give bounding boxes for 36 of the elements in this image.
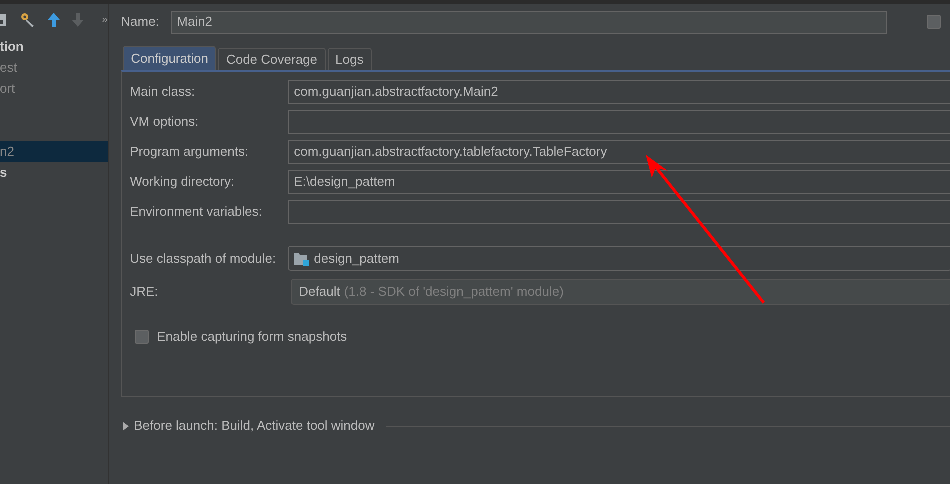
tab[interactable]: Logs bbox=[328, 48, 372, 70]
down-arrow-icon[interactable] bbox=[72, 13, 84, 27]
field-label: JRE: bbox=[130, 282, 160, 301]
field-label: VM options: bbox=[130, 113, 200, 132]
expand-arrow-icon[interactable] bbox=[123, 422, 130, 430]
field-label: Program arguments: bbox=[130, 143, 250, 162]
tree-item[interactable]: est bbox=[0, 58, 18, 78]
field-label: Use classpath of module: bbox=[130, 250, 278, 268]
field-label: Main class: bbox=[130, 83, 196, 102]
before-launch-toggle[interactable]: Before launch: Build, Activate tool window bbox=[134, 416, 375, 436]
tab[interactable]: Configuration bbox=[123, 46, 216, 70]
tree-item[interactable]: n2 bbox=[0, 142, 14, 162]
tree-item[interactable]: s bbox=[0, 162, 8, 182]
field-label: Working directory: bbox=[130, 173, 236, 192]
wrench-icon[interactable] bbox=[20, 12, 36, 28]
module-name: design_pattem bbox=[314, 250, 400, 268]
name-field[interactable]: Main2 bbox=[171, 10, 888, 34]
tree-item[interactable]: ort bbox=[0, 78, 16, 98]
jre-field[interactable]: Default (1.8 - SDK of 'design_pattem' module) bbox=[291, 278, 950, 304]
checkbox[interactable] bbox=[927, 15, 942, 29]
tab[interactable]: Code Coverage bbox=[218, 48, 326, 70]
field-label: Environment variables: bbox=[130, 203, 264, 222]
input-field[interactable]: E:\design_pattem bbox=[288, 170, 950, 194]
more-tools-button[interactable]: » bbox=[102, 12, 108, 28]
input-field[interactable]: com.guanjian.abstractfactory.Main2 bbox=[288, 80, 950, 104]
module-dropdown[interactable]: design_pattem bbox=[288, 246, 950, 271]
input-field[interactable] bbox=[288, 110, 950, 134]
checkbox-label: Enable capturing form snapshots bbox=[157, 328, 348, 346]
up-arrow-icon[interactable] bbox=[48, 13, 60, 27]
input-field[interactable]: com.guanjian.abstractfactory.tablefactory.TableFactory bbox=[288, 140, 950, 164]
save-icon[interactable] bbox=[0, 13, 8, 27]
checkbox[interactable] bbox=[135, 330, 150, 344]
input-field[interactable] bbox=[288, 200, 950, 224]
name-label: Name: bbox=[121, 13, 160, 32]
module-folder-icon bbox=[294, 252, 310, 266]
tree-item[interactable]: tion bbox=[0, 36, 24, 56]
